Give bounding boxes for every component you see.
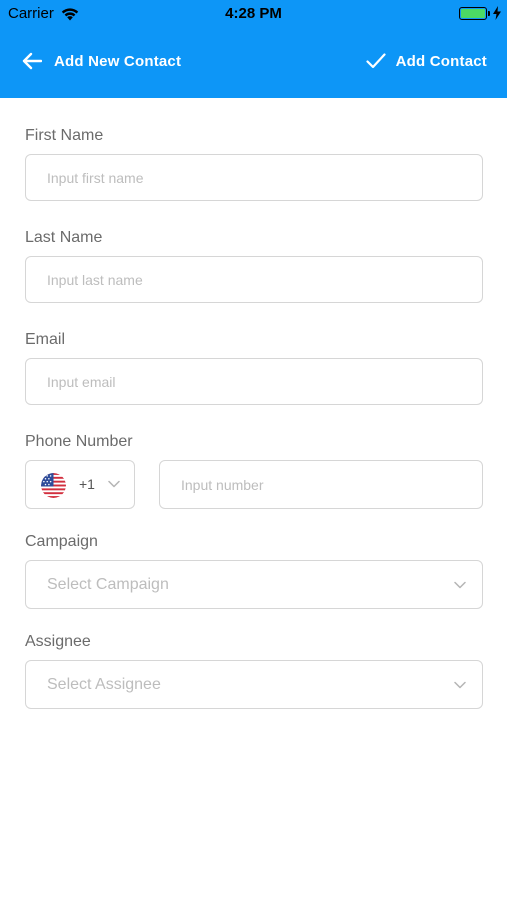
add-contact-button[interactable]: Add Contact [366,44,487,78]
assignee-label: Assignee [25,633,91,650]
arrow-left-icon [22,52,42,70]
chevron-down-icon [454,681,466,689]
phone-row: +1 [25,460,483,509]
phone-number-field-box [159,460,483,509]
add-contact-label: Add Contact [395,52,487,70]
email-group: Email [25,329,483,405]
app-header: Carrier 4:28 PM Add New Contact Add Cont… [0,0,507,98]
first-name-field-box [25,154,483,201]
phone-number-input[interactable] [160,461,482,508]
last-name-group: Last Name [25,227,483,303]
last-name-input[interactable] [26,257,482,302]
page-title: Add New Contact [54,52,182,70]
chevron-down-icon [454,581,466,589]
first-name-group: First Name [25,125,483,201]
assignee-placeholder: Select Assignee [47,676,161,693]
clock: 4:28 PM [225,5,282,22]
email-input[interactable] [26,359,482,404]
us-flag-icon [41,473,66,498]
battery-level [461,9,485,18]
first-name-label: First Name [25,127,104,144]
last-name-field-box [25,256,483,303]
email-field-box [25,358,483,405]
last-name-label: Last Name [25,229,103,246]
bolt-icon [493,6,501,20]
assignee-group: Assignee Select Assignee [25,631,483,709]
country-code-picker[interactable]: +1 [25,460,135,509]
back-button[interactable]: Add New Contact [22,44,181,78]
campaign-placeholder: Select Campaign [47,576,169,593]
battery-cap [488,11,490,16]
phone-group: Phone Number +1 Input number [25,431,483,509]
email-label: Email [25,331,66,348]
battery-icon [459,7,490,20]
campaign-label: Campaign [25,533,98,550]
country-dial-code: +1 [79,476,95,492]
checkmark-icon [366,53,386,69]
chevron-down-icon [108,480,120,488]
campaign-select[interactable]: Select Campaign [25,560,483,609]
contact-form: First Name Last Name Email Phone Number [25,125,483,735]
assignee-select[interactable]: Select Assignee [25,660,483,709]
campaign-group: Campaign Select Campaign [25,531,483,609]
nav-bar: Add New Contact Add Contact [0,44,507,78]
first-name-input[interactable] [26,155,482,200]
status-bar: Carrier 4:28 PM [0,0,507,28]
phone-label: Phone Number [25,433,133,450]
